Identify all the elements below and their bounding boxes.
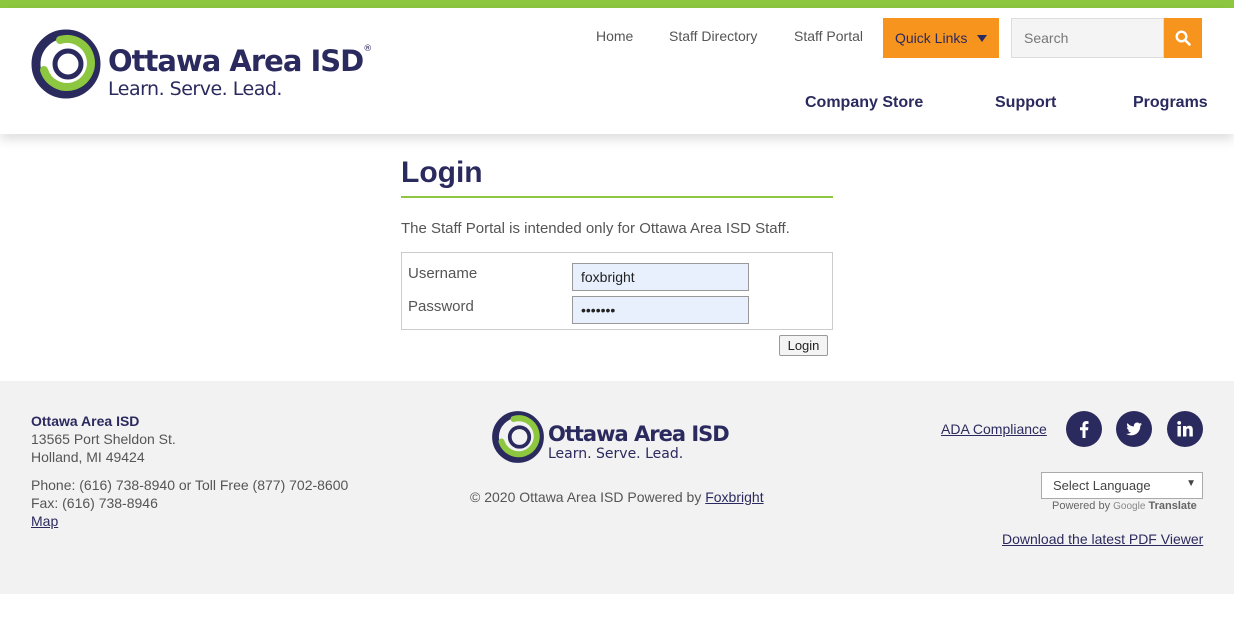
login-intro-text: The Staff Portal is intended only for Ot… [401, 220, 790, 237]
nav-home[interactable]: Home [596, 28, 633, 44]
footer-logo-name: Ottawa Area ISD [548, 422, 730, 446]
login-button[interactable]: Login [779, 335, 828, 356]
footer-phone: Phone: (616) 738-8940 or Toll Free (877)… [31, 477, 349, 493]
username-field[interactable] [572, 263, 749, 291]
logo-swirl-icon [492, 411, 544, 463]
linkedin-icon [1177, 421, 1193, 437]
nav-company-store[interactable]: Company Store [805, 94, 923, 112]
select-arrow-icon: ▼ [1186, 478, 1196, 489]
site-header: Ottawa Area ISD® Learn. Serve. Lead. Hom… [0, 8, 1234, 134]
site-logo[interactable]: Ottawa Area ISD® Learn. Serve. Lead. [30, 28, 372, 104]
username-label: Username [408, 265, 478, 282]
google-translate-attribution: Powered by Google Translate [1052, 500, 1197, 512]
nav-support[interactable]: Support [995, 94, 1056, 112]
caret-down-icon [977, 35, 987, 42]
twitter-button[interactable] [1116, 411, 1152, 447]
footer-map-link[interactable]: Map [31, 513, 58, 529]
footer-contact: Ottawa Area ISD 13565 Port Sheldon St. H… [31, 412, 348, 530]
logo-name: Ottawa Area ISD® [108, 44, 372, 78]
search-icon [1175, 30, 1191, 46]
logo-swirl-icon [31, 29, 101, 99]
nav-staff-directory[interactable]: Staff Directory [669, 28, 757, 44]
nav-programs[interactable]: Programs [1133, 94, 1208, 112]
quick-links-label: Quick Links [895, 30, 968, 46]
language-select-value: Select Language [1053, 478, 1151, 493]
facebook-button[interactable] [1066, 411, 1102, 447]
search-button[interactable] [1164, 18, 1202, 58]
translate-link[interactable]: Translate [1148, 500, 1196, 512]
footer-address-line2: Holland, MI 49424 [31, 449, 145, 465]
site-footer: Ottawa Area ISD 13565 Port Sheldon St. H… [0, 381, 1234, 594]
footer-copyright: © 2020 Ottawa Area ISD Powered by Foxbri… [470, 489, 764, 505]
nav-staff-portal[interactable]: Staff Portal [794, 28, 863, 44]
footer-logo-tagline: Learn. Serve. Lead. [548, 446, 684, 462]
logo-tagline: Learn. Serve. Lead. [108, 78, 282, 100]
password-label: Password [408, 298, 474, 315]
ada-compliance-link[interactable]: ADA Compliance [941, 421, 1047, 437]
page-title: Login [401, 156, 833, 198]
language-select[interactable]: Select Language ▼ [1041, 472, 1203, 499]
footer-logo[interactable]: Ottawa Area ISD Learn. Serve. Lead. [491, 410, 751, 466]
footer-address-line1: 13565 Port Sheldon St. [31, 431, 176, 447]
password-field[interactable] [572, 296, 749, 324]
foxbright-link[interactable]: Foxbright [705, 489, 763, 505]
linkedin-button[interactable] [1167, 411, 1203, 447]
facebook-icon [1080, 421, 1089, 438]
pdf-viewer-link[interactable]: Download the latest PDF Viewer [1002, 531, 1203, 547]
quick-links-button[interactable]: Quick Links [883, 18, 999, 58]
twitter-icon [1126, 422, 1142, 436]
top-accent-bar [0, 0, 1234, 8]
footer-org-name: Ottawa Area ISD [31, 413, 140, 429]
google-logo: Google [1113, 501, 1146, 512]
login-content: Login The Staff Portal is intended only … [401, 156, 833, 356]
search-input[interactable] [1011, 18, 1164, 58]
footer-fax: Fax: (616) 738-8946 [31, 495, 158, 511]
login-form: Username Password [401, 252, 833, 330]
